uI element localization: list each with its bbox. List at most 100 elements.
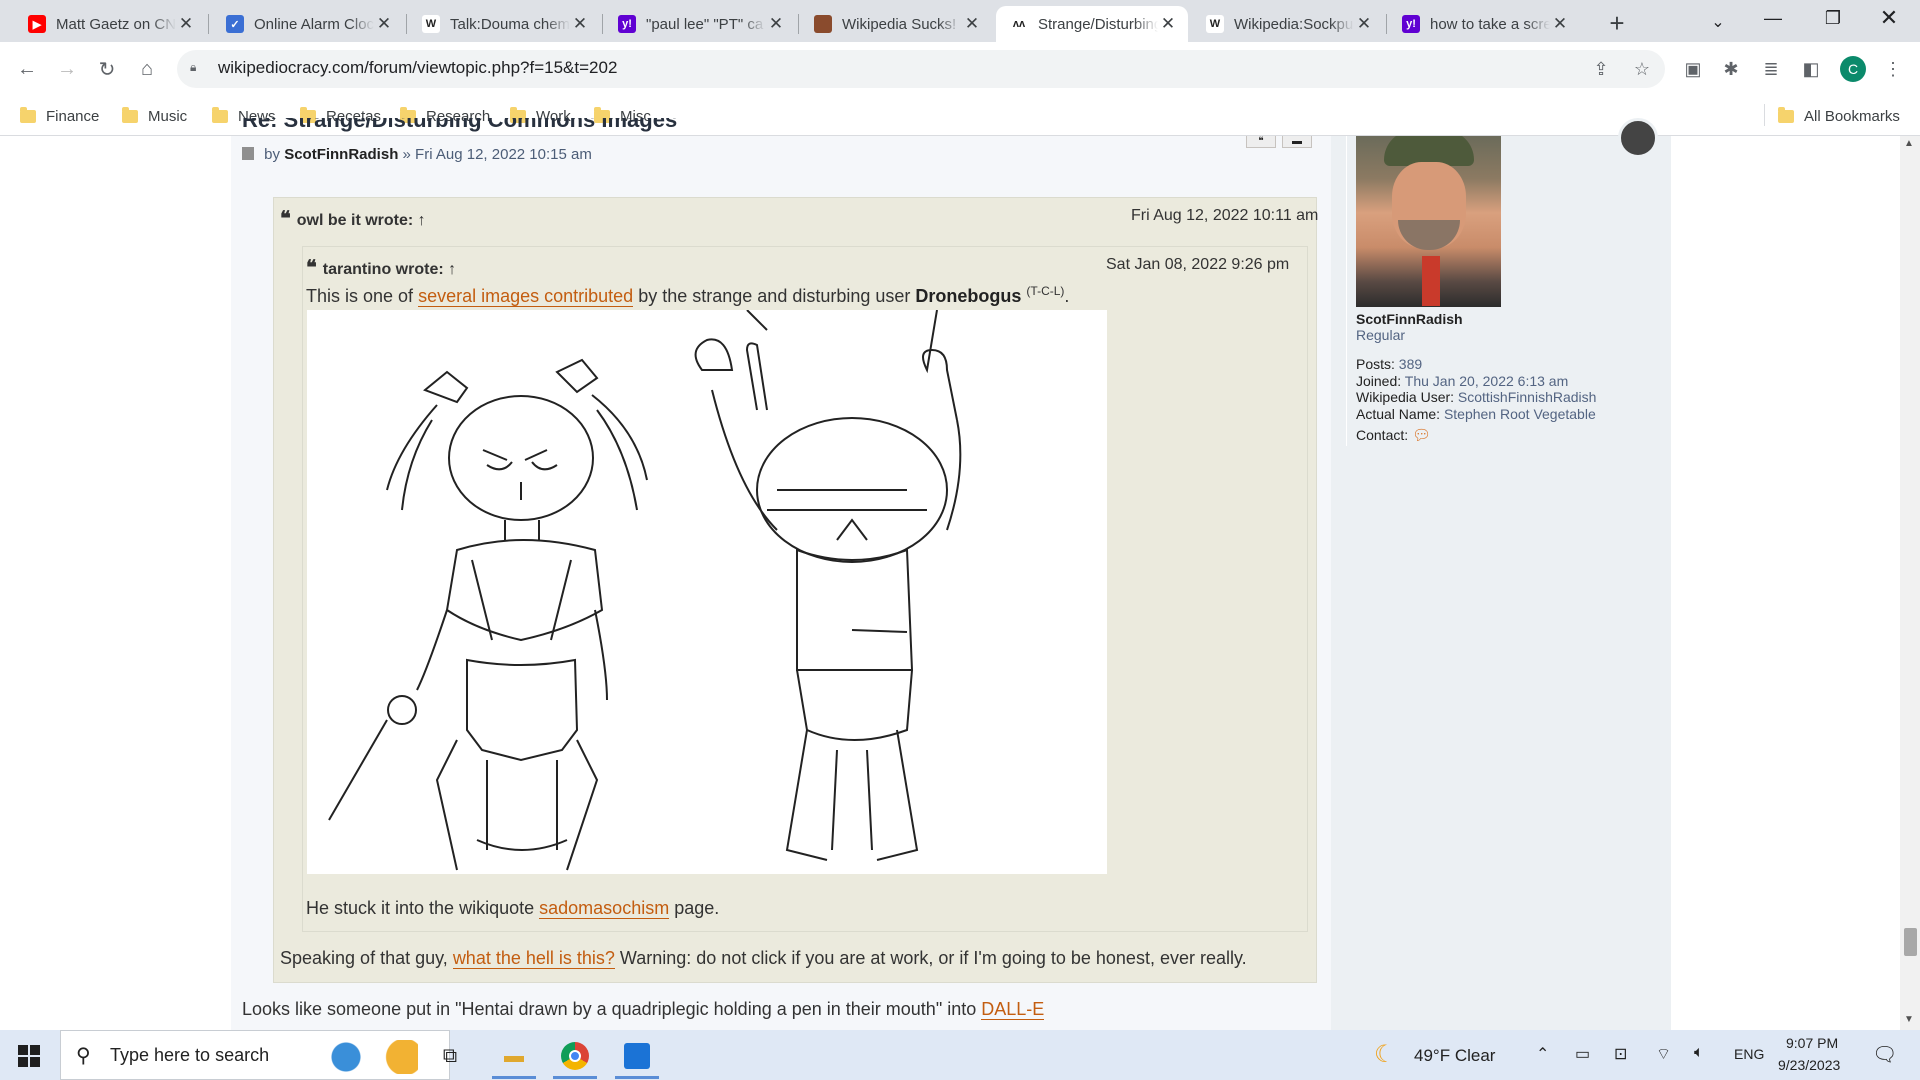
tab-title: Talk:Douma chemical <box>450 15 570 33</box>
tab-7[interactable]: W Wikipedia:Sockpuppet✕ <box>1192 6 1384 42</box>
tab-search-icon[interactable]: ⌄ <box>1695 4 1741 40</box>
joined-date: Thu Jan 20, 2022 6:13 am <box>1404 373 1569 389</box>
new-tab-button[interactable]: + <box>1600 6 1634 40</box>
task-view-icon[interactable]: ⧉ <box>432 1038 468 1074</box>
quote-post-button[interactable]: ❝ <box>1246 136 1276 148</box>
posts-count[interactable]: 389 <box>1399 356 1422 372</box>
extensions-puzzle-icon[interactable]: ✱ <box>1718 56 1744 82</box>
bookmark-star-icon[interactable]: ☆ <box>1629 56 1655 82</box>
windows-start-icon[interactable] <box>18 1045 40 1067</box>
several-images-link[interactable]: several images contributed <box>418 286 634 307</box>
file-explorer-icon[interactable]: ▬ <box>496 1038 532 1074</box>
wp-user-label: Wikipedia User: <box>1356 389 1455 405</box>
chrome-icon[interactable] <box>557 1038 593 1074</box>
reload-icon[interactable]: ↻ <box>90 52 124 86</box>
home-icon[interactable]: ⌂ <box>130 52 164 86</box>
minimize-icon[interactable]: — <box>1750 0 1796 36</box>
inner-quote-author[interactable]: tarantino <box>323 261 391 278</box>
volume-icon[interactable]: 🔈︎ <box>1694 1044 1704 1062</box>
url-text[interactable]: wikipediocracy.com/forum/viewtopic.php?f… <box>218 58 617 78</box>
clock-time[interactable]: 9:07 PM <box>1786 1035 1838 1051</box>
tab-5[interactable]: Wikipedia Sucks! ✕ <box>800 6 992 42</box>
user-avatar[interactable] <box>1356 136 1501 307</box>
bookmark-label: Finance <box>46 107 100 125</box>
tab-1[interactable]: ▶ Matt Gaetz on CNN ✕ <box>14 6 206 42</box>
scrollbar-thumb[interactable] <box>1904 928 1917 956</box>
meet-now-icon[interactable]: ▭ <box>1575 1044 1590 1064</box>
weather-text[interactable]: 49°F Clear <box>1414 1046 1495 1066</box>
inner-quote-jump-icon[interactable]: ↑ <box>448 261 456 278</box>
tab-close-icon[interactable]: ✕ <box>962 14 982 34</box>
post-separator: » <box>402 146 411 163</box>
post-title[interactable]: Re: Strange/Disturbing Commons Images <box>242 118 677 138</box>
chrome-menu-icon[interactable]: ⋮ <box>1880 56 1906 82</box>
language-indicator[interactable]: ENG <box>1734 1046 1764 1062</box>
tab-2[interactable]: ✓ Online Alarm Clock ✕ <box>212 6 404 42</box>
forward-icon[interactable]: → <box>50 52 84 86</box>
page-scrollbar[interactable] <box>1900 136 1920 1030</box>
wifi-icon[interactable]: ⌔ <box>1656 1044 1671 1064</box>
bookmark-music[interactable]: Music <box>122 104 187 128</box>
search-highlight-icon[interactable] <box>328 1040 418 1074</box>
outer-quote-text: Speaking of that guy, what the hell is t… <box>280 948 1247 969</box>
display-icon[interactable]: ⊡ <box>1614 1044 1627 1064</box>
profile-contact: Contact: 💬︎ <box>1356 426 1431 444</box>
media-control-icon[interactable]: ≣ <box>1758 56 1784 82</box>
tab-4[interactable]: y! "paul lee" "PT" ca ✕ <box>604 6 796 42</box>
profile-avatar[interactable]: C <box>1840 56 1866 82</box>
tab-8[interactable]: y! how to take a screenshot✕ <box>1388 6 1580 42</box>
photos-icon[interactable] <box>619 1038 655 1074</box>
post-author-link[interactable]: ScotFinnRadish <box>284 146 398 163</box>
tab-3[interactable]: W Talk:Douma chemical✕ <box>408 6 600 42</box>
all-bookmarks-button[interactable]: All Bookmarks <box>1778 104 1900 128</box>
tab-close-icon[interactable]: ✕ <box>176 14 196 34</box>
chrome-indicator <box>553 1076 597 1079</box>
quote-icon: ❝ <box>306 255 317 279</box>
tab-close-icon[interactable]: ✕ <box>1550 14 1570 34</box>
folder-icon <box>122 106 138 123</box>
tab-close-icon[interactable]: ✕ <box>374 14 394 34</box>
yahoo-icon: y! <box>1402 15 1420 33</box>
clock-date[interactable]: 9/23/2023 <box>1778 1057 1840 1073</box>
profile-username[interactable]: ScotFinnRadish <box>1356 311 1463 327</box>
post-actions-button[interactable]: ▬ <box>1282 136 1312 148</box>
restore-icon[interactable]: ❐ <box>1810 0 1856 36</box>
side-panel-icon[interactable]: ◧ <box>1798 56 1824 82</box>
embedded-drawing-image[interactable] <box>307 309 1107 874</box>
wikipedia-icon: W <box>1206 15 1224 33</box>
tab-close-icon[interactable]: ✕ <box>1158 14 1178 34</box>
tab-title: "paul lee" "PT" ca <box>646 15 764 33</box>
scroll-up-icon[interactable]: ▲ <box>1904 138 1914 149</box>
contact-chat-icon[interactable]: 💬︎ <box>1412 427 1431 444</box>
scroll-down-icon[interactable]: ▼ <box>1904 1014 1914 1025</box>
tab-close-icon[interactable]: ✕ <box>570 14 590 34</box>
outer-quote-jump-icon[interactable]: ↑ <box>418 212 426 229</box>
folder-icon <box>1778 106 1794 123</box>
what-the-hell-link[interactable]: what the hell is this? <box>452 948 615 969</box>
user-tcl-links[interactable]: (T-C-L) <box>1026 284 1064 298</box>
posts-label: Posts: <box>1356 356 1395 372</box>
site-info-icon[interactable]: 🔒︎ <box>190 60 202 76</box>
tab-close-icon[interactable]: ✕ <box>766 14 786 34</box>
bookmarks-divider <box>1764 104 1765 126</box>
notifications-icon[interactable]: 🗨︎ <box>1872 1042 1897 1067</box>
account-circle-icon[interactable] <box>1618 118 1658 158</box>
outer-quote-author[interactable]: owl be it <box>297 212 361 229</box>
show-hidden-icons[interactable]: ⌃ <box>1536 1044 1549 1064</box>
bookmark-label: Music <box>148 107 188 125</box>
back-icon[interactable]: ← <box>10 52 44 86</box>
close-window-icon[interactable]: ✕ <box>1866 0 1912 36</box>
tab-title: Wikipedia Sucks! <box>842 15 957 33</box>
dall-e-link[interactable]: DALL-E <box>981 999 1045 1020</box>
quote-icon: ❝ <box>280 206 291 230</box>
extension-box-icon[interactable]: ▣ <box>1680 56 1706 82</box>
share-icon[interactable]: ⇪ <box>1588 56 1614 82</box>
bookmark-finance[interactable]: Finance <box>20 104 99 128</box>
tab-6[interactable]: ʌʌ Strange/Disturbing ✕ <box>996 6 1188 42</box>
text-segment: page. <box>674 898 720 918</box>
tab-close-icon[interactable]: ✕ <box>1354 14 1374 34</box>
weather-moon-icon[interactable]: ☾ <box>1374 1040 1396 1069</box>
tab-title: Matt Gaetz on CNN <box>56 15 176 33</box>
yahoo-icon: y! <box>618 15 636 33</box>
sadomasochism-link[interactable]: sadomasochism <box>539 898 670 919</box>
